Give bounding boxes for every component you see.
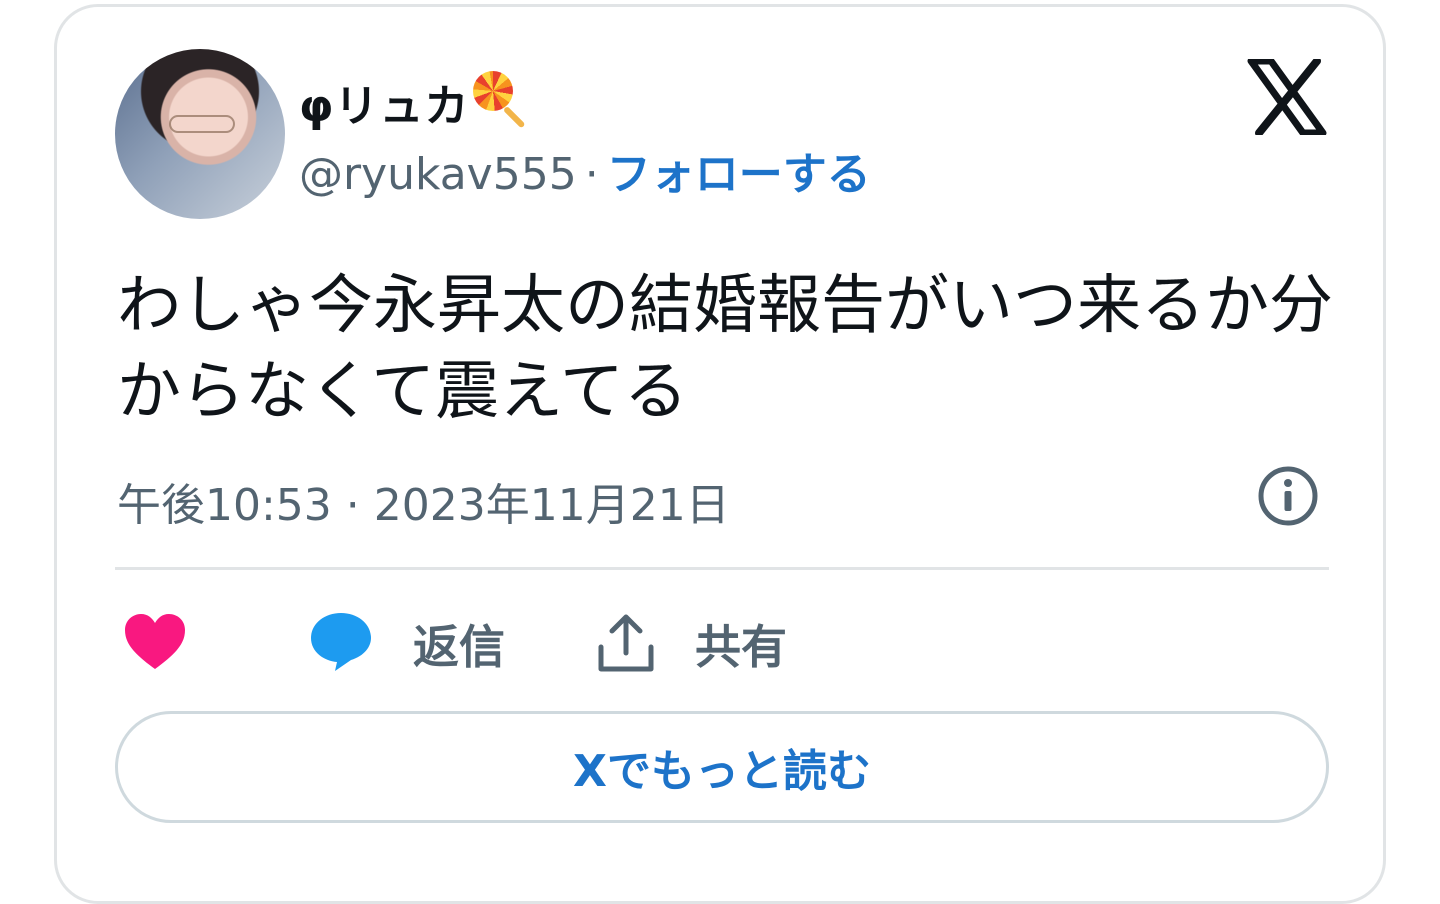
embedded-post-card: φリュカ @ryukav555 · フォローする わしゃ今永昇太の結婚報告がいつ来る… [54, 4, 1386, 904]
action-bar: 返信 共有 [123, 607, 1323, 677]
separator-dot: · [584, 149, 599, 200]
author-handle[interactable]: @ryukav555 [299, 149, 577, 200]
share-button[interactable]: 共有 [695, 611, 787, 677]
avatar-glasses [169, 115, 235, 133]
share-icon[interactable] [597, 613, 655, 673]
reply-bubble-icon[interactable] [309, 611, 373, 673]
display-name-text: φリュカ [299, 81, 470, 132]
read-more-button[interactable]: Xでもっと読む [115, 711, 1329, 823]
follow-button[interactable]: フォローする [607, 149, 871, 200]
info-icon[interactable] [1257, 465, 1319, 527]
post-text: わしゃ今永昇太の結婚報告がいつ来るか分からなくて震えてる [117, 269, 1333, 429]
avatar[interactable] [115, 49, 285, 219]
divider [115, 567, 1329, 570]
x-logo-icon[interactable] [1247, 59, 1327, 135]
author-display-name[interactable]: φリュカ [299, 69, 531, 134]
lollipop-icon [471, 69, 531, 129]
handle-line: @ryukav555 · フォローする [299, 147, 871, 203]
heart-icon[interactable] [123, 613, 187, 671]
reply-button[interactable]: 返信 [413, 611, 505, 677]
post-timestamp[interactable]: 午後10:53 · 2023年11月21日 [117, 469, 730, 533]
